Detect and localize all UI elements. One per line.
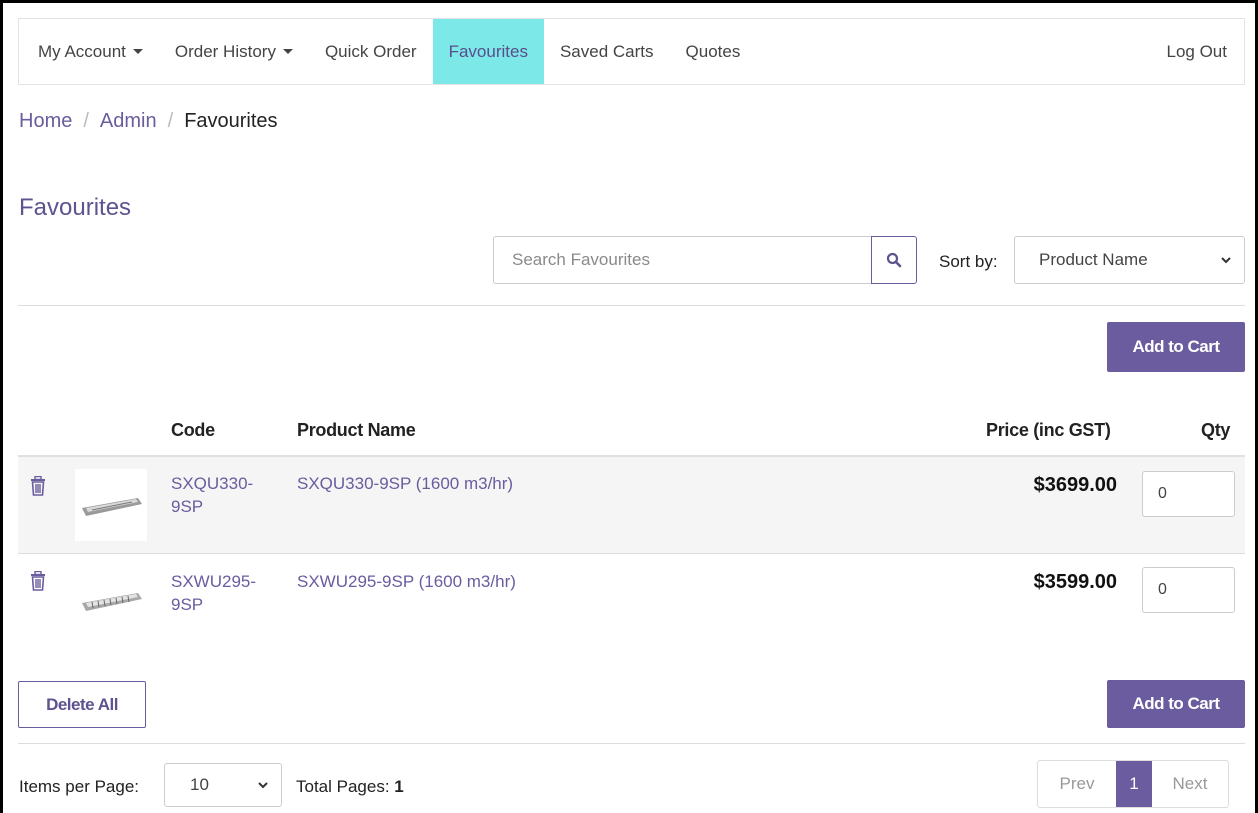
add-to-cart-button-top[interactable]: Add to Cart xyxy=(1107,322,1245,372)
breadcrumb: Home / Admin / Favourites xyxy=(19,110,278,133)
pagination-prev[interactable]: Prev xyxy=(1038,761,1116,807)
nav-quotes-label: Quotes xyxy=(685,41,741,61)
pagination: Prev 1 Next xyxy=(1037,760,1229,808)
table-row: SXWU295- 9SP SXWU295-9SP (1600 m3/hr) $3… xyxy=(18,554,1245,650)
add-to-cart-button-bottom[interactable]: Add to Cart xyxy=(1107,680,1245,728)
sort-label: Sort by: xyxy=(939,252,998,271)
page-title: Favourites xyxy=(19,194,132,221)
total-pages-label: Total Pages: xyxy=(296,777,390,796)
search-icon xyxy=(886,252,902,268)
product-code-line: 9SP xyxy=(171,497,204,516)
column-header-code: Code xyxy=(171,420,215,440)
column-header-product-name: Product Name xyxy=(297,420,416,440)
top-nav: My Account Order History Quick Order Fav… xyxy=(18,18,1245,85)
product-thumbnail[interactable] xyxy=(75,564,147,636)
nav-my-account-label: My Account xyxy=(38,41,126,61)
items-per-page-select[interactable]: 10 xyxy=(164,763,282,807)
trash-icon[interactable] xyxy=(29,476,47,496)
qty-input[interactable] xyxy=(1142,471,1235,517)
logout-link[interactable]: Log Out xyxy=(1151,19,1245,84)
nav-quick-order[interactable]: Quick Order xyxy=(309,19,433,84)
product-code-line: SXWU295- xyxy=(171,572,257,591)
total-pages-value: 1 xyxy=(394,777,404,796)
nav-favourites-label: Favourites xyxy=(448,41,528,61)
sort-select[interactable]: Product Name xyxy=(1014,236,1245,284)
nav-saved-carts-label: Saved Carts xyxy=(559,41,654,61)
delete-all-button[interactable]: Delete All xyxy=(18,681,146,728)
product-price: $3699.00 xyxy=(1033,474,1117,496)
nav-order-history[interactable]: Order History xyxy=(159,19,309,84)
pagination-next[interactable]: Next xyxy=(1152,761,1228,807)
nav-quotes[interactable]: Quotes xyxy=(670,19,757,84)
product-image xyxy=(82,593,142,611)
product-price: $3599.00 xyxy=(1033,571,1117,593)
product-code-line: SXQU330- xyxy=(171,474,254,493)
pagination-current-page[interactable]: 1 xyxy=(1116,761,1152,807)
caret-down-icon xyxy=(132,49,143,54)
column-header-price: Price (inc GST) xyxy=(986,420,1111,440)
breadcrumb-home[interactable]: Home xyxy=(19,110,72,132)
items-per-page-label: Items per Page: xyxy=(19,777,140,796)
breadcrumb-current: Favourites xyxy=(184,110,278,132)
caret-down-icon xyxy=(282,49,293,54)
sort-selected-value: Product Name xyxy=(1039,250,1148,269)
table-row: SXQU330- 9SP SXQU330-9SP (1600 m3/hr) $3… xyxy=(18,457,1245,553)
chevron-down-icon xyxy=(1221,257,1231,264)
product-name-link[interactable]: SXQU330-9SP (1600 m3/hr) xyxy=(297,474,513,494)
product-code-line: 9SP xyxy=(171,595,204,614)
search-button[interactable] xyxy=(871,236,917,284)
product-code-link[interactable]: SXQU330- 9SP xyxy=(171,472,261,518)
nav-saved-carts[interactable]: Saved Carts xyxy=(544,19,670,84)
qty-input[interactable] xyxy=(1142,567,1235,613)
product-code-link[interactable]: SXWU295- 9SP xyxy=(171,570,261,616)
items-per-page-value: 10 xyxy=(190,775,209,794)
product-name-link[interactable]: SXWU295-9SP (1600 m3/hr) xyxy=(297,572,516,592)
nav-quick-order-label: Quick Order xyxy=(324,41,417,61)
logout-label: Log Out xyxy=(1166,41,1228,61)
product-image xyxy=(82,498,142,516)
breadcrumb-admin[interactable]: Admin xyxy=(100,110,157,132)
nav-order-history-label: Order History xyxy=(174,41,276,61)
breadcrumb-separator: / xyxy=(167,110,174,132)
divider xyxy=(18,305,1245,306)
search-input[interactable] xyxy=(493,236,873,284)
trash-icon[interactable] xyxy=(29,571,47,591)
nav-my-account[interactable]: My Account xyxy=(19,19,159,84)
column-header-qty: Qty xyxy=(1201,420,1231,440)
chevron-down-icon xyxy=(258,782,268,789)
divider xyxy=(18,743,1245,744)
total-pages: Total Pages: 1 xyxy=(296,777,404,797)
nav-favourites[interactable]: Favourites xyxy=(432,19,544,84)
product-thumbnail[interactable] xyxy=(75,469,147,541)
breadcrumb-separator: / xyxy=(83,110,89,132)
